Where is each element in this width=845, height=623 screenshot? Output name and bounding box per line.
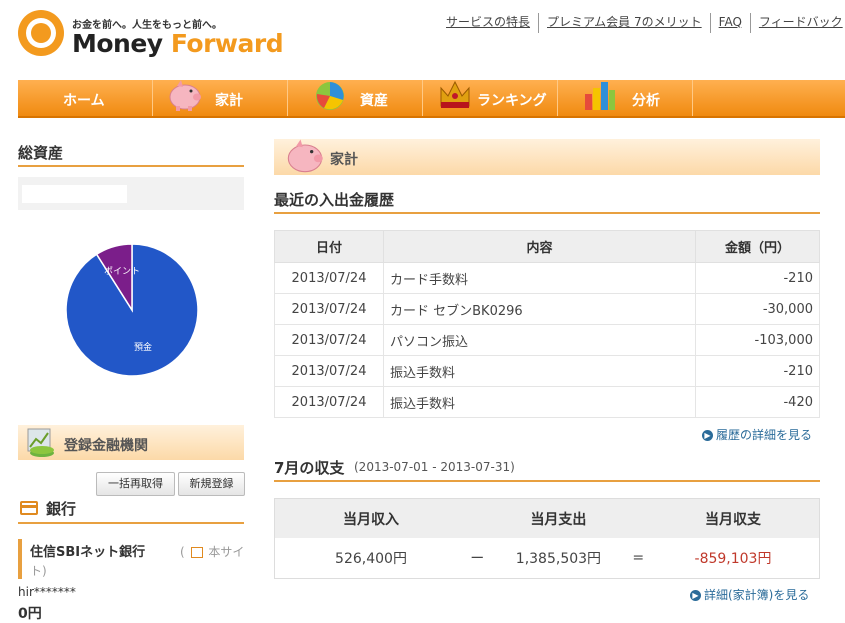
col-date: 日付 <box>274 230 384 263</box>
table-row[interactable]: 2013/07/24 振込手数料 -210 <box>274 355 820 387</box>
total-assets-box <box>18 177 244 210</box>
row-desc: 振込手数料 <box>383 355 696 387</box>
total-assets-title: 総資産 <box>18 144 64 162</box>
balance-value: -859,103円 <box>694 551 772 567</box>
summary-header-row: 当月収入 当月支出 当月収支 <box>274 498 820 538</box>
col-desc: 内容 <box>383 230 696 263</box>
month-summary-title: 7月の収支 <box>274 459 345 477</box>
bank-site-label: 本サイ <box>208 545 245 559</box>
piggy-bank-icon <box>287 139 323 173</box>
main-nav: ホーム 家計 資産 ランキング 分析 <box>18 80 845 118</box>
nav-bunseki[interactable]: 分析 <box>558 80 693 116</box>
income-value: 526,400円 <box>335 551 407 567</box>
assets-pie-chart: ポイント 預金 <box>65 243 199 377</box>
row-date: 2013/07/24 <box>274 262 384 294</box>
link-faq[interactable]: FAQ <box>709 13 750 33</box>
history-detail-label: 履歴の詳細を見る <box>716 428 813 442</box>
registered-institutions-title: 登録金融機関 <box>64 438 148 454</box>
pie-label-points: ポイント <box>104 266 140 277</box>
row-amount: -420 <box>695 386 820 418</box>
link-feedback[interactable]: フィードバック <box>749 13 845 33</box>
row-amount: -210 <box>695 262 820 294</box>
nav-shisan[interactable]: 資産 <box>288 80 423 116</box>
bank-icon <box>20 501 38 515</box>
col-expense: 当月支出 <box>487 498 630 538</box>
nav-home-label: ホーム <box>63 93 105 109</box>
logo-forward: Forward <box>170 29 284 58</box>
divider <box>274 480 820 482</box>
bank-name: 住信SBIネット銀行 <box>30 545 146 560</box>
equals-sign: = <box>632 550 645 566</box>
row-amount: -30,000 <box>695 293 820 325</box>
kakeibo-detail-link[interactable]: ▶ 詳細(家計簿)を見る <box>690 586 809 603</box>
refetch-all-button[interactable]: 一括再取得 <box>96 472 175 496</box>
table-row[interactable]: 2013/07/24 パソコン振込 -103,000 <box>274 324 820 356</box>
arrow-right-icon: ▶ <box>702 430 713 441</box>
month-range: (2013-07-01 - 2013-07-31) <box>354 460 515 474</box>
pie-chart-icon <box>316 82 344 110</box>
bank-balance: 0円 <box>18 606 42 622</box>
bank-accent-bar <box>18 539 22 579</box>
divider <box>18 522 244 524</box>
nav-ranking[interactable]: ランキング <box>423 80 558 116</box>
row-desc: パソコン振込 <box>383 324 696 356</box>
link-premium[interactable]: プレミアム会員 7のメリット <box>538 13 710 33</box>
spacer <box>629 498 647 538</box>
divider <box>274 212 820 214</box>
bank-user-id: hir******* <box>18 585 76 599</box>
bank-section-title: 銀行 <box>46 500 77 518</box>
kakeibo-detail-label: 詳細(家計簿)を見る <box>704 588 810 602</box>
arrow-right-icon: ▶ <box>690 590 701 601</box>
nav-shisan-label: 資産 <box>360 93 388 109</box>
nav-kakei-label: 家計 <box>215 93 243 109</box>
nav-bunseki-label: 分析 <box>632 93 660 109</box>
col-balance: 当月収支 <box>647 498 820 538</box>
history-detail-link[interactable]: ▶ 履歴の詳細を見る <box>702 426 812 443</box>
row-desc: カード セブンBK0296 <box>383 293 696 325</box>
crown-icon <box>440 80 470 108</box>
col-amount: 金額（円） <box>695 230 820 263</box>
monthly-summary-table: 当月収入 当月支出 当月収支 526,400円 ー 1,385,503円 = -… <box>274 498 820 579</box>
nav-home[interactable]: ホーム <box>18 80 153 116</box>
kakei-section-title: 家計 <box>330 152 358 168</box>
row-desc: 振込手数料 <box>383 386 696 418</box>
spacer <box>467 498 488 538</box>
bank-site-end: ト) <box>30 564 47 578</box>
top-links: サービスの特長 プレミアム会員 7のメリット FAQ フィードバック <box>446 13 845 33</box>
bank-building-icon <box>27 428 54 457</box>
row-date: 2013/07/24 <box>274 293 384 325</box>
new-register-button[interactable]: 新規登録 <box>178 472 245 496</box>
summary-values-row: 526,400円 ー 1,385,503円 = -859,103円 <box>275 538 820 579</box>
bar-chart-icon <box>585 82 615 110</box>
logo-text[interactable]: Money Forward <box>72 29 284 58</box>
expense-value: 1,385,503円 <box>515 551 602 567</box>
logo-money: Money <box>72 29 163 58</box>
row-date: 2013/07/24 <box>274 386 384 418</box>
recent-transactions-title: 最近の入出金履歴 <box>274 191 395 209</box>
logo-icon[interactable] <box>18 10 64 56</box>
minus-sign: ー <box>470 551 485 567</box>
table-header-row: 日付 内容 金額（円） <box>274 230 820 263</box>
link-features[interactable]: サービスの特長 <box>446 13 538 33</box>
transactions-table: 日付 内容 金額（円） 2013/07/24 カード手数料 -210 2013/… <box>274 230 820 418</box>
table-row[interactable]: 2013/07/24 カード セブンBK0296 -30,000 <box>274 293 820 325</box>
divider <box>18 165 244 167</box>
bank-site-paren: ( <box>180 545 185 559</box>
table-row[interactable]: 2013/07/24 カード手数料 -210 <box>274 262 820 294</box>
col-income: 当月収入 <box>274 498 467 538</box>
piggy-bank-icon <box>169 80 201 111</box>
nav-ranking-label: ランキング <box>477 93 547 109</box>
row-amount: -210 <box>695 355 820 387</box>
external-link-icon <box>190 547 203 558</box>
table-row[interactable]: 2013/07/24 振込手数料 -420 <box>274 386 820 418</box>
pie-label-deposit: 預金 <box>134 341 152 353</box>
nav-kakei[interactable]: 家計 <box>153 80 288 116</box>
row-desc: カード手数料 <box>383 262 696 294</box>
row-date: 2013/07/24 <box>274 324 384 356</box>
row-amount: -103,000 <box>695 324 820 356</box>
bank-site-link[interactable]: ( 本サイ <box>180 543 244 560</box>
row-date: 2013/07/24 <box>274 355 384 387</box>
